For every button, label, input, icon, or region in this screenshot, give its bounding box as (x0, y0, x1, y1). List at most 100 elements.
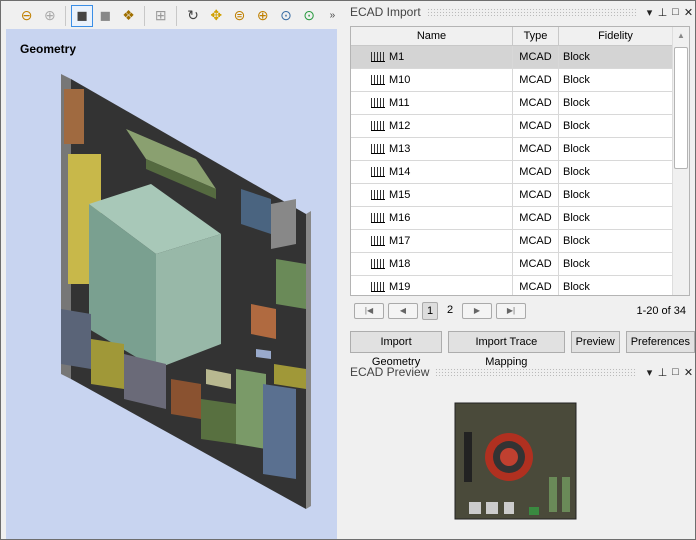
component-name: M10 (389, 74, 411, 86)
maximize-icon[interactable]: □ (669, 6, 682, 18)
component-name: M11 (389, 97, 410, 109)
column-header-fidelity[interactable]: Fidelity (559, 27, 673, 45)
table-row[interactable]: M18 MCAD Block (351, 253, 689, 276)
name-cell: M15 (351, 184, 513, 206)
preferences-button[interactable]: Preferences (625, 331, 695, 353)
zoom-selection-icon[interactable]: ⊙ (299, 5, 320, 27)
zoom-next-icon[interactable]: ⊕ (39, 5, 60, 27)
pin-icon[interactable]: ⊥ (656, 366, 669, 379)
component-name: M12 (389, 120, 411, 132)
page-2-button[interactable]: 2 (442, 302, 458, 320)
overflow-icon[interactable]: » (322, 5, 343, 27)
type-cell: MCAD (513, 276, 559, 295)
column-header-name[interactable]: Name (351, 27, 513, 45)
table-row[interactable]: M13 MCAD Block (351, 138, 689, 161)
fidelity-cell[interactable]: Block (559, 138, 673, 160)
type-cell: MCAD (513, 138, 559, 160)
name-cell: M13 (351, 138, 513, 160)
component-name: M18 (389, 258, 411, 270)
table-row[interactable]: M15 MCAD Block (351, 184, 689, 207)
component-icon (371, 259, 385, 269)
fidelity-cell[interactable]: Block (559, 115, 673, 137)
type-cell: MCAD (513, 253, 559, 275)
component-name: M13 (389, 143, 411, 155)
ecad-preview-area (346, 382, 695, 539)
table-row[interactable]: M10 MCAD Block (351, 69, 689, 92)
table-row[interactable]: M14 MCAD Block (351, 161, 689, 184)
type-cell: MCAD (513, 207, 559, 229)
pcb-preview-image (454, 402, 577, 520)
pan-icon[interactable]: ✥ (206, 5, 227, 27)
name-cell: M11 (351, 92, 513, 114)
type-cell: MCAD (513, 115, 559, 137)
drag-grip[interactable] (435, 368, 637, 376)
vertical-scrollbar[interactable]: ▲ (672, 27, 689, 295)
name-cell: M12 (351, 115, 513, 137)
first-page-button[interactable]: |◀ (354, 303, 384, 319)
component-name: M1 (389, 51, 405, 63)
component-icon (371, 167, 385, 177)
zoom-previous-icon[interactable]: ⊖ (16, 5, 37, 27)
component-name: M14 (389, 166, 411, 178)
scroll-up-icon[interactable]: ▲ (673, 27, 689, 45)
next-page-button[interactable]: ▶ (462, 303, 492, 319)
visibility-icon[interactable]: ❖ (118, 5, 139, 27)
ecad-import-title-bar: ECAD Import ▾ ⊥ □ ✕ (346, 2, 695, 22)
fidelity-cell[interactable]: Block (559, 46, 673, 68)
type-cell: MCAD (513, 161, 559, 183)
pcb-3d-model (61, 74, 311, 509)
type-cell: MCAD (513, 46, 559, 68)
pin-icon[interactable]: ⊥ (656, 6, 669, 19)
geometry-viewport[interactable]: Geometry (6, 29, 337, 539)
fidelity-cell[interactable]: Block (559, 230, 673, 252)
maximize-icon[interactable]: □ (669, 366, 682, 378)
divider (144, 5, 146, 26)
fidelity-cell[interactable]: Block (559, 253, 673, 275)
column-header-type[interactable]: Type (513, 27, 559, 45)
table-row[interactable]: M19 MCAD Block (351, 276, 689, 295)
dropdown-icon[interactable]: ▾ (643, 6, 656, 19)
preview-button[interactable]: Preview (570, 331, 620, 353)
type-cell: MCAD (513, 69, 559, 91)
fidelity-cell[interactable]: Block (559, 207, 673, 229)
close-icon[interactable]: ✕ (682, 6, 695, 19)
table-row[interactable]: M16 MCAD Block (351, 207, 689, 230)
prev-page-button[interactable]: ◀ (388, 303, 418, 319)
table-row[interactable]: M17 MCAD Block (351, 230, 689, 253)
dropdown-icon[interactable]: ▾ (643, 366, 656, 379)
page-1-button[interactable]: 1 (422, 302, 438, 320)
action-buttons: Import Geometry Import Trace Mapping Pre… (350, 331, 695, 368)
import-trace-mapping-button[interactable]: Import Trace Mapping (448, 331, 565, 368)
table-header: Name Type Fidelity (351, 27, 689, 46)
component-icon (371, 213, 385, 223)
fidelity-cell[interactable]: Block (559, 92, 673, 114)
type-cell: MCAD (513, 184, 559, 206)
solid-view-icon[interactable]: ◼ (95, 5, 116, 27)
component-icon (371, 98, 385, 108)
zoom-in-icon[interactable]: ⊕ (252, 5, 273, 27)
close-icon[interactable]: ✕ (682, 366, 695, 379)
import-geometry-button[interactable]: Import Geometry (350, 331, 443, 368)
drag-grip[interactable] (426, 8, 637, 16)
table-row[interactable]: M12 MCAD Block (351, 115, 689, 138)
component-name: M15 (389, 189, 411, 201)
fidelity-cell[interactable]: Block (559, 69, 673, 91)
component-table: Name Type Fidelity M1 MCAD Block M10 MCAD Blo… (350, 26, 690, 296)
table-row[interactable]: M1 MCAD Block (351, 46, 689, 69)
table-row[interactable]: M11 MCAD Block (351, 92, 689, 115)
scrollbar-thumb[interactable] (674, 47, 688, 169)
component-name: M19 (389, 281, 411, 293)
name-cell: M19 (351, 276, 513, 295)
shaded-view-icon[interactable]: ◼ (71, 4, 93, 27)
fidelity-cell[interactable]: Block (559, 276, 673, 295)
type-cell: MCAD (513, 92, 559, 114)
layout-icon[interactable]: ⊞ (150, 5, 171, 27)
last-page-button[interactable]: ▶| (496, 303, 526, 319)
rotate-icon[interactable]: ↻ (182, 5, 203, 27)
component-icon (371, 282, 385, 292)
zoom-fit-icon[interactable]: ⊜ (229, 5, 250, 27)
panel-title: ECAD Import (350, 5, 421, 19)
fidelity-cell[interactable]: Block (559, 161, 673, 183)
fidelity-cell[interactable]: Block (559, 184, 673, 206)
zoom-box-icon[interactable]: ⊙ (275, 5, 296, 27)
